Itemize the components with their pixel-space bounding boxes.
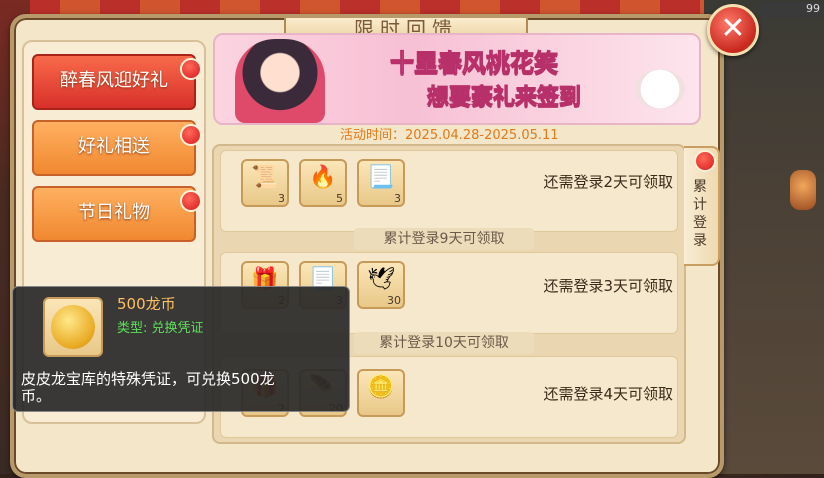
menu-item-label: 醉春风迎好礼 — [60, 70, 168, 91]
notification-dot-icon — [180, 124, 202, 146]
notification-dot-icon — [180, 58, 202, 80]
close-button[interactable]: ✕ — [707, 4, 759, 56]
menu-item-spring-gift[interactable]: 醉春风迎好礼 — [32, 54, 202, 110]
close-icon: ✕ — [720, 11, 746, 46]
item-count: 3 — [394, 192, 401, 205]
notification-dot-icon — [180, 190, 202, 212]
menu-item-label: 节日礼物 — [78, 202, 150, 223]
item-count: 30 — [387, 294, 401, 307]
reward-status: 还需登录3天可领取 — [543, 277, 673, 295]
reward-item[interactable]: 📃 3 — [357, 159, 405, 207]
tab-cumulative-login[interactable]: 累计登录 — [684, 146, 720, 266]
silver-scroll-icon: 📃 — [367, 165, 395, 190]
dragon-coin-icon — [51, 305, 95, 349]
row-header: 累计登录10天可领取 — [354, 332, 534, 354]
reward-item[interactable]: 🕊 30 — [357, 261, 405, 309]
reward-status: 还需登录4天可领取 — [543, 385, 673, 403]
menu-item-festival-gift[interactable]: 节日礼物 — [32, 186, 202, 242]
menu-item-gift-giving[interactable]: 好礼相送 — [32, 120, 202, 176]
fire-pot-icon: 🔥 — [309, 165, 337, 190]
reward-item[interactable]: 🪙 — [357, 369, 405, 417]
row-header: 累计登录9天可领取 — [354, 228, 534, 250]
tooltip-item-description: 皮皮龙宝库的特殊凭证，可兑换500龙币。 — [21, 370, 275, 405]
tab-label: 累计登录 — [693, 179, 707, 249]
reward-row: 📜 3 🔥 5 📃 3 还需登录2天可领取 — [220, 150, 678, 232]
item-tooltip: 500龙币 类型: 兑换凭证 皮皮龙宝库的特殊凭证，可兑换500龙币。 — [12, 286, 350, 412]
tooltip-item-name: 500龙币 — [117, 295, 176, 313]
reward-item[interactable]: 📜 3 — [241, 159, 289, 207]
resource-badge: 99 — [760, 2, 824, 18]
mascot-illustration — [635, 69, 685, 109]
crane-icon: 🕊 — [367, 267, 395, 292]
lantern-decoration — [790, 170, 816, 210]
item-count: 3 — [278, 192, 285, 205]
notification-dot-icon — [694, 150, 716, 172]
banner-subheadline: 想要豪礼来签到 — [426, 85, 581, 111]
tooltip-item-type: 类型: 兑换凭证 — [117, 321, 204, 336]
tooltip-item-frame — [43, 297, 103, 357]
reward-item[interactable]: 🔥 5 — [299, 159, 347, 207]
character-illustration — [235, 39, 325, 123]
menu-item-label: 好礼相送 — [78, 136, 150, 157]
event-banner: 十里春风桃花笑 想要豪礼来签到 — [213, 33, 701, 125]
scroll-icon: 📜 — [251, 165, 279, 190]
banner-headline: 十里春风桃花笑 — [390, 49, 559, 78]
dragon-coin-icon: 🪙 — [367, 375, 395, 400]
event-time: 活动时间：2025.04.28-2025.05.11 — [340, 128, 559, 143]
reward-status: 还需登录2天可领取 — [543, 173, 673, 191]
item-count: 5 — [336, 192, 343, 205]
